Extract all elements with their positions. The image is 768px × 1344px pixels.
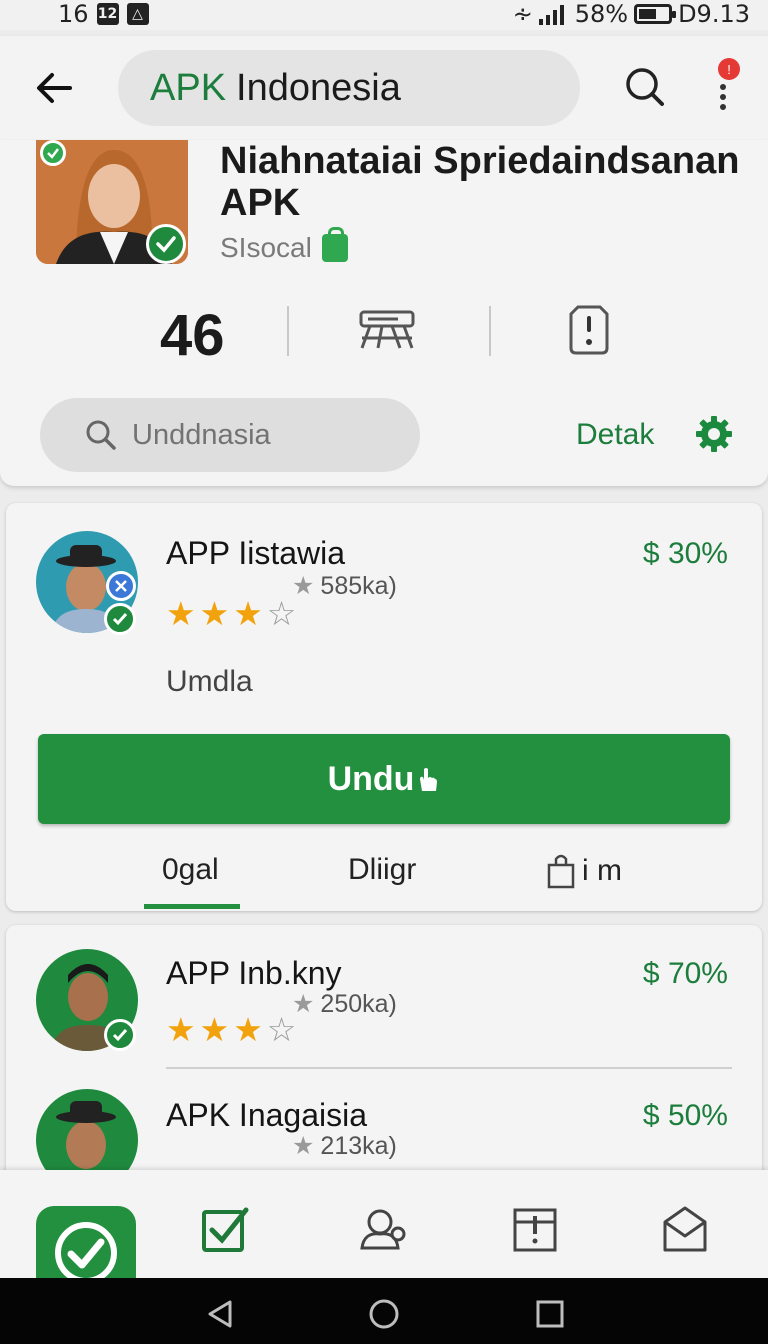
notification-badge: !: [718, 58, 740, 80]
featured-app-card: APP Iistawia ★ 585ka) $ 30% ★ ★ ★ ☆ Umdla U…: [6, 503, 762, 911]
status-bar: 16 12 △ ∻ 58% D9.13: [0, 0, 768, 30]
download-count: ★ 250ka): [292, 989, 397, 1019]
active-tab-indicator: [144, 904, 240, 909]
verified-check-icon: [146, 224, 186, 264]
image-notification-icon: △: [126, 3, 149, 25]
gear-icon[interactable]: [694, 414, 734, 454]
stat-divider: [489, 306, 491, 356]
download-count-label: 250ka): [320, 989, 397, 1018]
tab-related[interactable]: i m: [546, 853, 622, 889]
detail-link[interactable]: Detak: [576, 418, 654, 452]
app-name[interactable]: APP Inb.kny: [166, 955, 342, 992]
star-empty-icon: ☆: [266, 1011, 297, 1048]
nav-home-button[interactable]: [36, 1206, 136, 1286]
search-icon: [86, 420, 116, 450]
back-arrow-icon: [37, 73, 72, 103]
app-tabs: 0gal Dliigr i m: [6, 841, 762, 911]
bottom-navigation: [0, 1170, 768, 1286]
star-filled-icon: ★: [199, 1011, 230, 1048]
app-price: $ 50%: [642, 1099, 728, 1132]
community-icon[interactable]: [358, 1204, 408, 1254]
star-filled-icon: ★: [199, 595, 230, 632]
signal-icon: [538, 5, 564, 25]
battery-icon: [634, 4, 677, 24]
system-home-icon[interactable]: [368, 1298, 400, 1330]
more-vert-icon: [720, 84, 726, 114]
verified-check-icon: [104, 603, 136, 635]
app-title: Niahnataiai Spriedaindsanan APK: [220, 140, 740, 224]
overflow-menu-button[interactable]: !: [704, 58, 744, 118]
download-count-label: 213ka): [320, 1131, 397, 1160]
alert-tag-icon[interactable]: [568, 304, 610, 356]
download-count: ★ 585ka): [292, 571, 397, 601]
back-button[interactable]: [30, 64, 78, 112]
battery-fill: [639, 9, 657, 19]
download-label: Undu: [327, 759, 415, 798]
star-filled-icon: ★: [166, 1011, 196, 1048]
category-label: SIsocal: [220, 232, 312, 263]
checklist-icon[interactable]: [200, 1204, 250, 1254]
search-icon: [626, 68, 664, 106]
download-button[interactable]: Undu: [38, 734, 730, 824]
status-clock: D9.13: [678, 0, 750, 28]
check-circle-icon: [55, 1222, 117, 1284]
stat-divider: [287, 306, 289, 356]
star-empty-icon: ☆: [266, 595, 297, 632]
close-badge-icon: [106, 571, 136, 601]
notification-icon: 12: [96, 3, 119, 25]
mail-icon[interactable]: [660, 1204, 710, 1254]
tab-related-label: i m: [582, 854, 622, 887]
app-name[interactable]: APP Iistawia: [166, 535, 345, 572]
search-input[interactable]: Unddnasia: [40, 398, 420, 472]
status-time: 16: [58, 0, 89, 28]
verified-check-icon: [104, 1019, 136, 1051]
search-prefix: APK: [150, 66, 227, 109]
app-list-card: APP Inb.kny ★ 250ka) $ 70% ★ ★ ★ ☆ APK Inag…: [6, 925, 762, 1191]
status-left: 16 12 △: [58, 0, 149, 28]
router-icon[interactable]: [358, 308, 416, 354]
system-recents-icon[interactable]: [534, 1298, 566, 1330]
status-right: ∻ 58% D9.13: [513, 0, 750, 28]
rating-stars: ★ ★ ★ ☆: [166, 1013, 296, 1047]
download-count-label: 585ka): [320, 571, 397, 600]
bluetooth-icon: ∻: [512, 0, 533, 28]
battery-percent: 58%: [574, 0, 629, 28]
search-query: Indonesia: [236, 66, 401, 109]
featured-app-avatar[interactable]: [36, 140, 188, 264]
tab-details[interactable]: Dliigr: [348, 853, 416, 887]
tab-gallery[interactable]: 0gal: [162, 853, 219, 887]
app-price: $ 70%: [642, 957, 728, 990]
app-category[interactable]: SIsocal: [220, 227, 348, 264]
star-filled-icon: ★: [166, 595, 196, 632]
bag-outline-icon: [547, 854, 575, 889]
app-name[interactable]: APK Inagaisia: [166, 1097, 367, 1134]
download-count: ★ 213ka): [292, 1131, 397, 1161]
library-alert-icon[interactable]: [510, 1204, 560, 1254]
star-filled-icon: ★: [233, 1011, 263, 1048]
shopping-bag-icon: [321, 227, 348, 262]
star-filled-icon: ★: [233, 595, 263, 632]
app-subtitle: Umdla: [166, 665, 253, 698]
stat-value: 46: [160, 303, 225, 368]
app-search-bar[interactable]: APK Indonesia: [118, 50, 580, 126]
system-navigation-bar: [0, 1278, 768, 1344]
stats-row: 46: [0, 300, 768, 368]
search-button[interactable]: [620, 62, 670, 112]
system-back-icon[interactable]: [204, 1298, 236, 1330]
app-header-card: Niahnataiai Spriedaindsanan APK SIsocal …: [0, 140, 768, 486]
top-app-bar: APK Indonesia !: [0, 36, 768, 140]
star-small-icon: ★: [292, 1132, 315, 1160]
verified-small-icon: [40, 140, 66, 166]
app-price: $ 30%: [642, 537, 728, 570]
search-placeholder: Unddnasia: [132, 418, 271, 451]
list-divider: [166, 1067, 732, 1069]
hand-pointer-icon: [420, 768, 438, 791]
rating-stars: ★ ★ ★ ☆: [166, 597, 296, 631]
